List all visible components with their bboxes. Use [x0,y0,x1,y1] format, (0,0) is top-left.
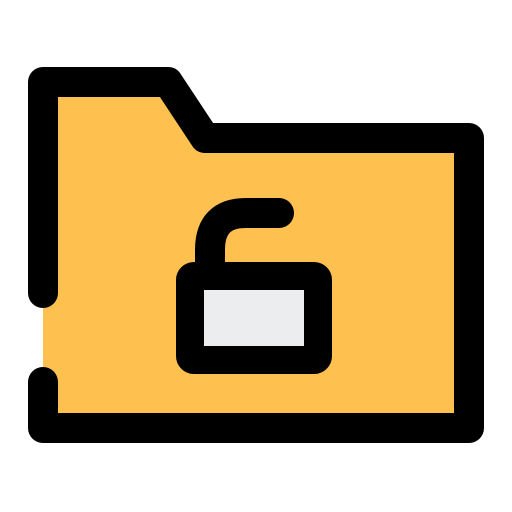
unlocked-folder-icon [28,67,484,443]
padlock-body [176,262,332,374]
icon-canvas [0,0,512,512]
